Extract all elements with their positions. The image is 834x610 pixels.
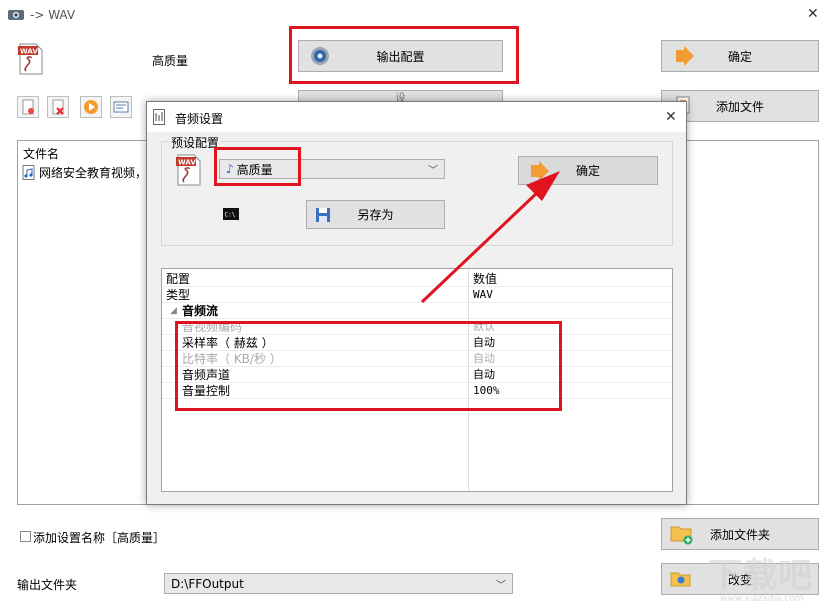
annotation-arrow [420, 171, 560, 304]
